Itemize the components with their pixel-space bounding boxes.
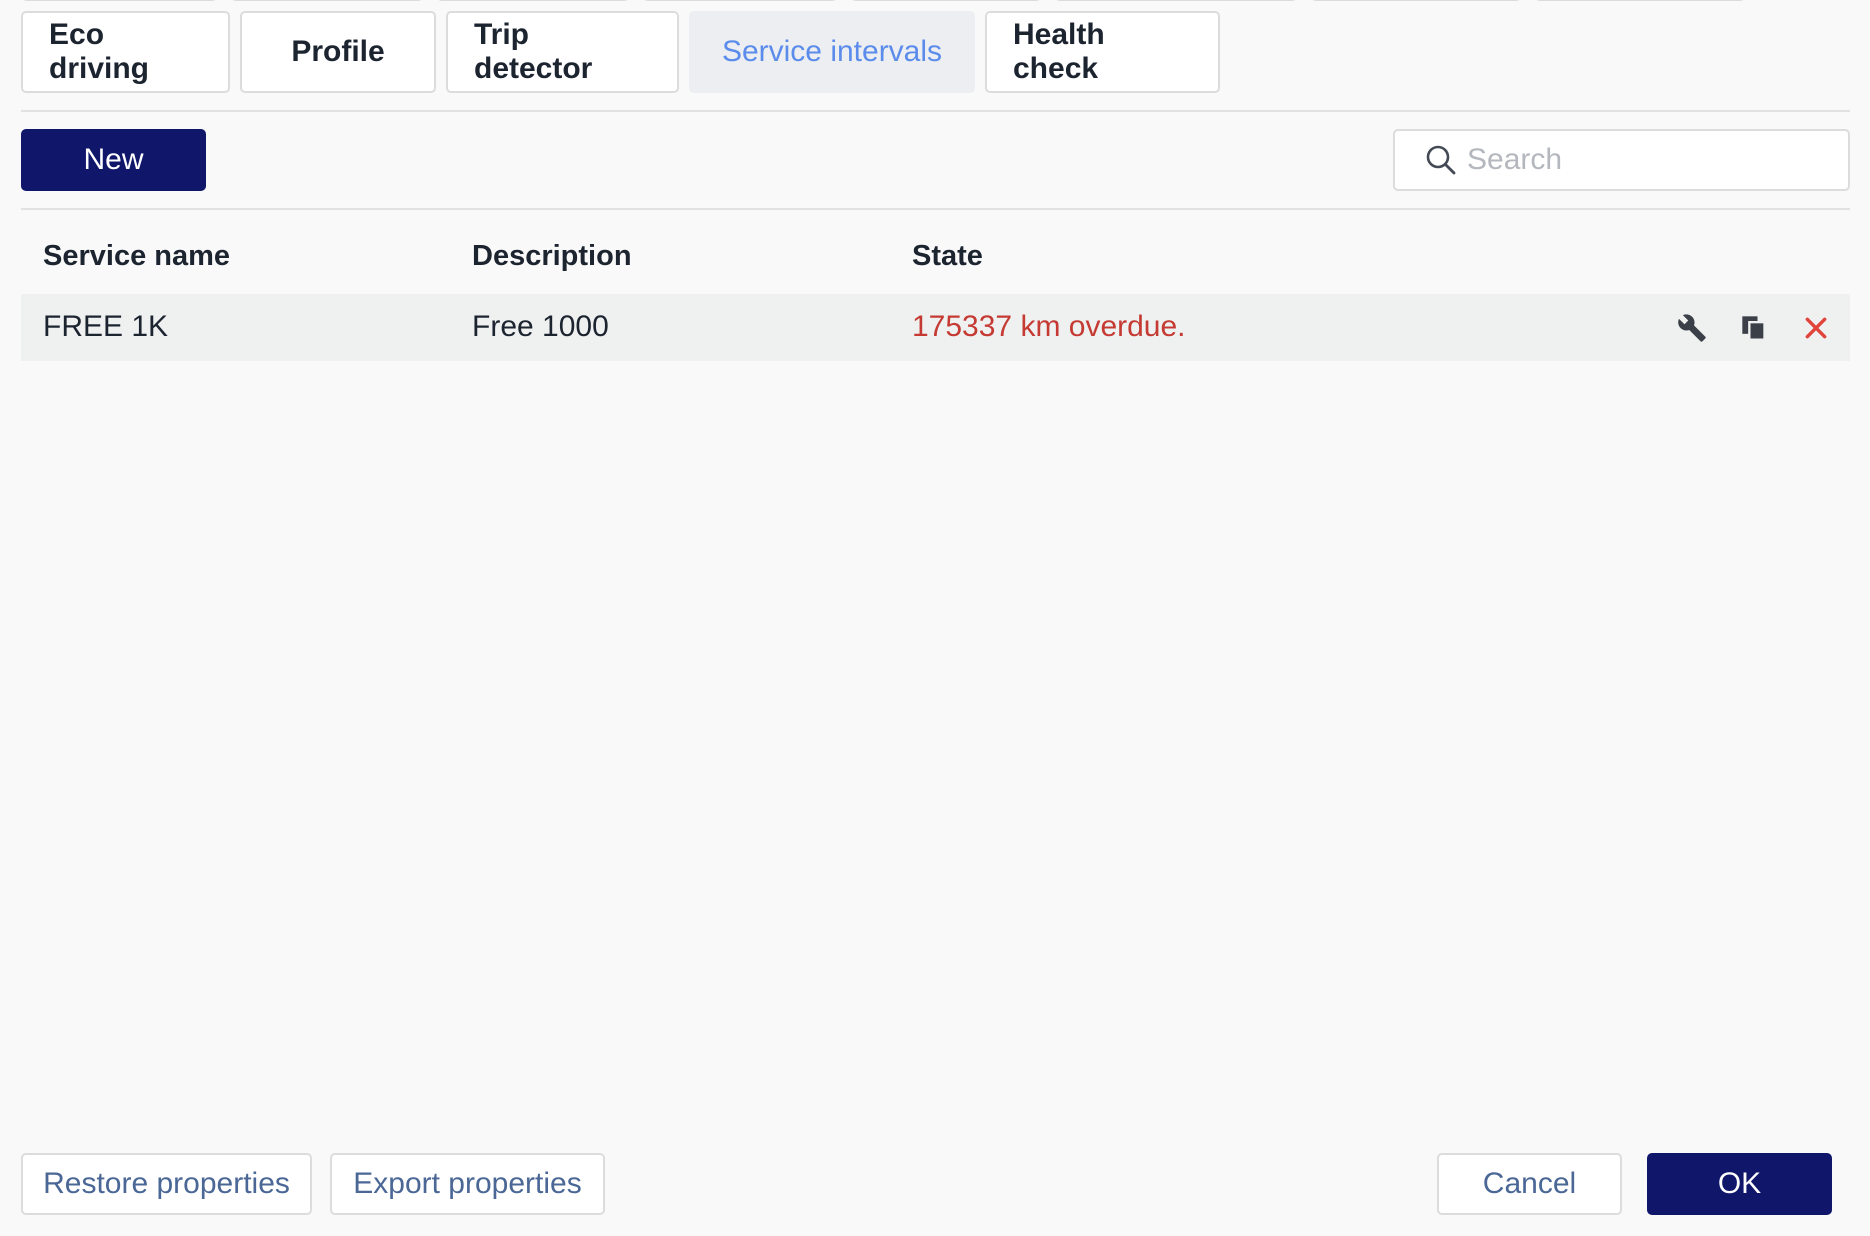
ok-button[interactable]: OK [1647, 1153, 1832, 1215]
tab-health-check[interactable]: Health check [985, 11, 1220, 93]
state-cell: 175337 km overdue. [912, 310, 1186, 343]
search-box[interactable] [1393, 129, 1850, 191]
tab-eco-driving[interactable]: Eco driving [21, 11, 230, 93]
new-button[interactable]: New [21, 129, 206, 191]
upper-tab-stub[interactable] [1534, 0, 1746, 1]
upper-tab-stub[interactable] [642, 0, 838, 1]
service-intervals-dialog: Eco driving Profile Trip detector Servic… [0, 0, 1870, 1236]
upper-tab-stub[interactable] [21, 0, 218, 1]
column-header-description: Description [472, 240, 632, 272]
copy-icon [1742, 316, 1766, 341]
tab-profile[interactable]: Profile [240, 11, 436, 93]
upper-tab-stub[interactable] [850, 0, 1042, 1]
close-icon [1805, 317, 1827, 339]
upper-tab-stub[interactable] [436, 0, 630, 1]
tab-label: Eco driving [49, 18, 150, 85]
copy-service-button[interactable] [1737, 311, 1771, 345]
description-cell: Free 1000 [472, 310, 609, 343]
table-row[interactable]: FREE 1K Free 1000 175337 km overdue. [21, 294, 1850, 361]
service-name-cell: FREE 1K [43, 310, 169, 343]
upper-tab-stub[interactable] [1310, 0, 1522, 1]
tab-trip-detector[interactable]: Trip detector [446, 11, 679, 93]
delete-service-button[interactable] [1799, 311, 1833, 345]
settings-tabs: Eco driving Profile Trip detector Servic… [21, 11, 1220, 93]
export-properties-button[interactable]: Export properties [330, 1153, 605, 1215]
search-icon [1426, 145, 1456, 175]
restore-properties-button[interactable]: Restore properties [21, 1153, 312, 1215]
search-input[interactable] [1465, 142, 1829, 178]
table-header: Service name Description State [21, 240, 1850, 282]
tab-label: Service intervals [721, 35, 943, 68]
divider [21, 208, 1850, 210]
upper-tab-stub[interactable] [1054, 0, 1298, 1]
divider [21, 110, 1850, 112]
tab-label: Health check [1013, 18, 1105, 85]
tab-label: Profile [291, 35, 385, 68]
wrench-icon [1678, 314, 1706, 342]
tab-service-intervals[interactable]: Service intervals [689, 11, 975, 93]
column-header-state: State [912, 240, 983, 272]
column-header-service-name: Service name [43, 240, 231, 272]
upper-tab-stub[interactable] [230, 0, 424, 1]
tab-label: Trip detector [474, 18, 593, 85]
edit-service-button[interactable] [1675, 311, 1709, 345]
cancel-button[interactable]: Cancel [1437, 1153, 1622, 1215]
